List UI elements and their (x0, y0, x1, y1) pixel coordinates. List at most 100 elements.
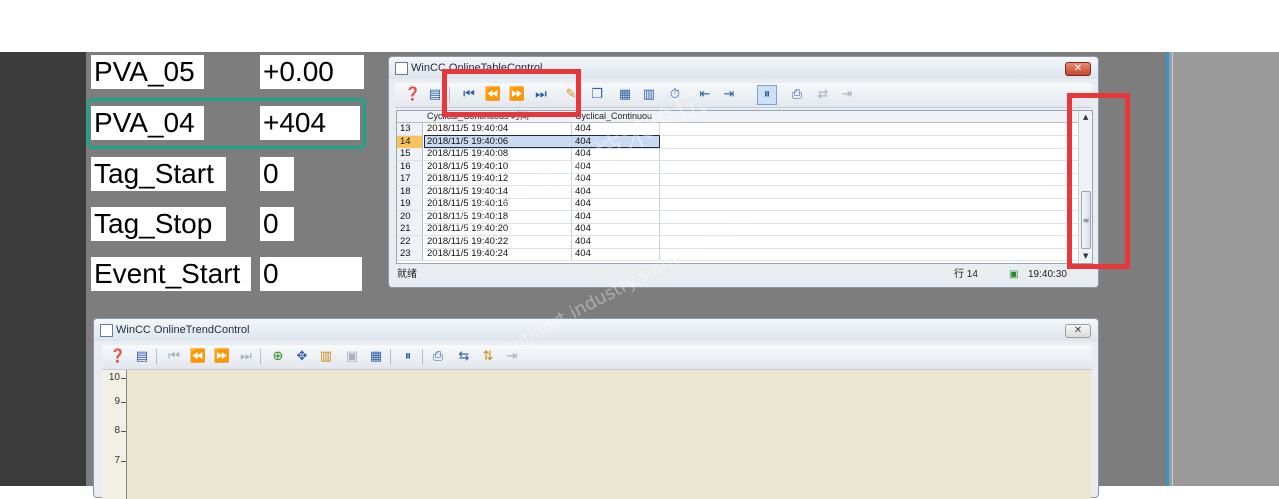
tag-value-pva05[interactable]: +0.00 (260, 55, 364, 89)
right-panel-border (1166, 52, 1169, 486)
trend-statistics-icon[interactable]: ⇅ (478, 347, 498, 367)
table-status-text: 就绪 (397, 269, 417, 280)
table-row[interactable]: 20 2018/11/5 19:40:18 404 (397, 210, 1092, 224)
trend-export-icon[interactable]: ⇆ (454, 347, 474, 367)
select-trends-icon[interactable]: ▣ (342, 347, 362, 367)
select-data-icon[interactable]: ▦ (366, 347, 386, 367)
table-row[interactable]: 16 2018/11/5 19:40:10 404 (397, 160, 1092, 174)
y-tick-mark (121, 402, 126, 403)
table-row[interactable]: 19 2018/11/5 19:40:16 404 (397, 198, 1092, 211)
table-row[interactable]: 17 2018/11/5 19:40:12 404 (397, 173, 1092, 186)
row-value-cell[interactable]: 404 (572, 148, 660, 160)
row-value-cell[interactable]: 404 (572, 173, 660, 185)
ruler-trend-icon[interactable]: ▥ (316, 347, 336, 367)
tag-name-pva04: PVA_04 (91, 106, 204, 140)
trend-last-icon[interactable]: ⏭ (236, 347, 256, 367)
y-tick-label: 9 (114, 396, 120, 407)
row-value-cell[interactable]: 404 (572, 198, 660, 210)
table-row[interactable]: 21 2018/11/5 19:40:20 404 (397, 223, 1092, 236)
trend-plot-area[interactable] (127, 370, 1091, 499)
copy-rows-icon[interactable]: ❐ (587, 85, 607, 105)
row-number: 16 (397, 160, 423, 173)
online-trend-control-window: WinCC OnlineTrendControl ✕ ❓ ▤ ⏮ ⏪ ⏩ ⏭ ⊕… (93, 318, 1099, 499)
row-time-cell[interactable]: 2018/11/5 19:40:08 (424, 148, 572, 160)
row-time-cell[interactable]: 2018/11/5 19:40:20 (424, 223, 572, 235)
ruler-icon[interactable]: ⇥ (837, 85, 857, 105)
left-dark-strip (0, 52, 86, 486)
header-value-column[interactable]: Cyclical_Continuou (575, 111, 660, 122)
trend-close-button[interactable]: ✕ (1065, 324, 1091, 338)
row-value-cell[interactable]: 404 (572, 235, 660, 248)
select-columns-icon[interactable]: ▥ (639, 85, 659, 105)
help-icon[interactable]: ❓ (403, 85, 423, 105)
table-row[interactable]: 15 2018/11/5 19:40:08 404 (397, 148, 1092, 161)
table-status-row: 行 14 (954, 269, 978, 280)
row-time-cell[interactable]: 2018/11/5 19:40:22 (424, 235, 572, 248)
tag-value-event-start[interactable]: 0 (260, 257, 362, 291)
row-time-cell[interactable]: 2018/11/5 19:40:14 (424, 185, 572, 198)
row-number: 19 (397, 198, 423, 210)
right-panel (1166, 52, 1279, 486)
trend-toolbar-separator-4 (422, 349, 423, 365)
y-tick-mark (121, 461, 126, 462)
row-time-cell[interactable]: 2018/11/5 19:40:16 (424, 198, 572, 210)
row-time-cell[interactable]: 2018/11/5 19:40:12 (424, 173, 572, 185)
connection-status-icon: ▣ (1009, 269, 1019, 280)
tag-name-event-start: Event_Start (91, 257, 251, 291)
row-number: 20 (397, 210, 423, 223)
print-icon[interactable]: ⎙ (787, 85, 807, 105)
trend-next-icon[interactable]: ⏩ (212, 347, 232, 367)
move-axes-icon[interactable]: ✥ (292, 347, 312, 367)
y-tick-mark (121, 431, 126, 432)
trend-stop-start-icon[interactable]: ⏸ (398, 347, 418, 367)
tag-name-tag-stop: Tag_Stop (91, 207, 226, 241)
tag-value-tag-stop[interactable]: 0 (260, 207, 294, 241)
trend-toolbar: ❓ ▤ ⏮ ⏪ ⏩ ⏭ ⊕ ✥ ▥ ▣ ▦ ⏸ ⎙ ⇆ ⇅ ⇥ (102, 345, 1092, 370)
row-value-cell[interactable]: 404 (572, 210, 660, 223)
row-time-cell[interactable]: 2018/11/5 19:40:18 (424, 210, 572, 223)
trend-toolbar-separator (156, 349, 157, 365)
table-row[interactable]: 18 2018/11/5 19:40:14 404 (397, 185, 1092, 199)
tag-value-pva04[interactable]: +404 (260, 106, 360, 140)
row-value-cell[interactable]: 404 (572, 160, 660, 173)
table-window-icon (395, 62, 408, 75)
previous-column-icon[interactable]: ⇤ (695, 85, 715, 105)
row-time-cell[interactable]: 2018/11/5 19:40:10 (424, 160, 572, 173)
trend-ruler-end-icon[interactable]: ⇥ (502, 347, 522, 367)
row-number: 14 (397, 135, 423, 148)
table-row[interactable]: 14 2018/11/5 19:40:06 404 (397, 134, 1092, 149)
table-row[interactable]: 22 2018/11/5 19:40:22 404 (397, 235, 1092, 249)
highlight-scrollbar (1067, 93, 1130, 269)
trend-print-icon[interactable]: ⎙ (428, 347, 448, 367)
zoom-area-icon[interactable]: ⊕ (268, 347, 288, 367)
row-value-cell[interactable]: 404 (572, 185, 660, 198)
row-time-cell[interactable]: 2018/11/5 19:40:24 (424, 248, 572, 260)
row-value-cell[interactable]: 404 (572, 248, 660, 260)
row-number: 21 (397, 223, 423, 235)
trend-first-icon[interactable]: ⏮ (164, 347, 184, 367)
export-icon[interactable]: ⇄ (813, 85, 833, 105)
trend-window-title: WinCC OnlineTrendControl (94, 319, 1098, 341)
table-row[interactable]: 23 2018/11/5 19:40:24 404 (397, 248, 1092, 261)
trend-config-icon[interactable]: ▤ (132, 347, 152, 367)
row-time-cell[interactable]: 2018/11/5 19:40:04 (424, 123, 572, 135)
tag-value-tag-start[interactable]: 0 (260, 157, 294, 191)
trend-help-icon[interactable]: ❓ (108, 347, 128, 367)
trend-previous-icon[interactable]: ⏪ (188, 347, 208, 367)
table-close-button[interactable]: ✕ (1065, 62, 1091, 76)
time-range-icon[interactable]: ⏱ (665, 85, 685, 105)
tag-name-pva05: PVA_05 (91, 55, 204, 89)
tag-name-tag-start: Tag_Start (91, 157, 226, 191)
row-value-cell[interactable]: 404 (572, 123, 660, 135)
row-number: 15 (397, 148, 423, 160)
stop-start-icon[interactable]: ⏸ (757, 85, 777, 105)
y-tick-mark (121, 378, 126, 379)
trend-toolbar-separator-2 (260, 349, 261, 365)
table-grid: Cyclical_Continuous 时间 Cyclical_Continuo… (396, 110, 1093, 264)
next-column-icon[interactable]: ⇥ (719, 85, 739, 105)
row-value-cell[interactable]: 404 (572, 223, 660, 235)
y-tick-label: 10 (108, 372, 120, 383)
trend-toolbar-separator-3 (390, 349, 391, 365)
trend-window-icon (100, 324, 113, 337)
select-data-connection-icon[interactable]: ▦ (615, 85, 635, 105)
